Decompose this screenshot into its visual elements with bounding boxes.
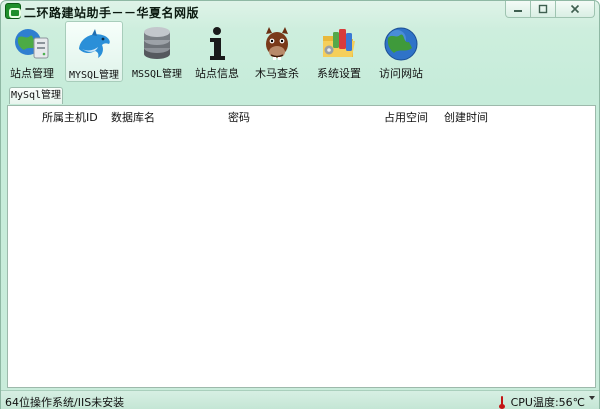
app-logo-icon <box>5 3 21 19</box>
column-header-password[interactable]: 密码 <box>228 109 250 125</box>
toolbar-label: 站点管理 <box>10 67 54 80</box>
toolbar-system-settings[interactable]: 系统设置 <box>313 21 365 82</box>
title-bar[interactable]: 二环路建站助手－－华夏名网版 <box>1 1 599 21</box>
minimize-button[interactable] <box>505 1 531 18</box>
toolbar-mssql-manage[interactable]: MSSQL管理 <box>131 21 183 82</box>
toolbar-label: 访问网站 <box>379 67 423 80</box>
column-header-created-time[interactable]: 创建时间 <box>444 109 488 125</box>
main-toolbar: 站点管理 MYSQL管理 MSSQL管理 站点信息 木马查杀 系统设置 访问网站 <box>3 21 599 83</box>
info-icon <box>210 27 225 60</box>
toolbar-label: MSSQL管理 <box>131 69 183 80</box>
app-window: 二环路建站助手－－华夏名网版 站点管理 MYSQL管理 MSSQL管理 站点信息… <box>0 0 600 409</box>
trojan-horse-icon <box>266 27 288 60</box>
toolbar-trojan-scan[interactable]: 木马查杀 <box>251 21 303 82</box>
maximize-button[interactable] <box>530 1 556 18</box>
window-title: 二环路建站助手－－华夏名网版 <box>24 6 200 20</box>
database-list[interactable]: 所属主机ID 数据库名 密码 占用空间 创建时间 <box>7 105 596 388</box>
thermometer-icon <box>498 395 505 409</box>
cpu-temperature: CPU温度:56℃ <box>498 394 585 410</box>
list-header: 所属主机ID 数据库名 密码 占用空间 创建时间 <box>8 109 595 125</box>
toolbar-label: 系统设置 <box>317 67 361 80</box>
os-status-text: 64位操作系统/IIS未安装 <box>5 396 125 409</box>
settings-folder-icon <box>323 29 355 57</box>
status-bar: 64位操作系统/IIS未安装 CPU温度:56℃ <box>1 390 599 409</box>
column-header-db-name[interactable]: 数据库名 <box>111 109 155 125</box>
toolbar-label: 站点信息 <box>195 67 239 80</box>
toolbar-label: 木马查杀 <box>255 67 299 80</box>
cpu-temp-text: CPU温度:56℃ <box>510 396 585 409</box>
toolbar-label: MYSQL管理 <box>68 70 120 81</box>
toolbar-site-manage[interactable]: 站点管理 <box>7 21 57 82</box>
minimize-icon <box>514 10 522 12</box>
database-icon <box>144 27 170 59</box>
toolbar-mysql-manage[interactable]: MYSQL管理 <box>65 21 123 82</box>
column-header-space-used[interactable]: 占用空间 <box>384 109 428 125</box>
mysql-dolphin-icon <box>79 29 110 58</box>
column-header-host-id[interactable]: 所属主机ID <box>42 109 98 125</box>
globe-icon <box>384 27 418 61</box>
status-menu-arrow-icon[interactable] <box>589 396 595 400</box>
globe-server-icon <box>15 29 49 59</box>
toolbar-site-info[interactable]: 站点信息 <box>191 21 243 82</box>
close-button[interactable] <box>555 1 595 18</box>
tab-mysql-manage[interactable]: MySql管理 <box>9 87 63 104</box>
window-controls <box>505 1 595 18</box>
close-icon <box>570 4 580 14</box>
toolbar-visit-site[interactable]: 访问网站 <box>375 21 427 82</box>
maximize-icon <box>538 4 548 14</box>
